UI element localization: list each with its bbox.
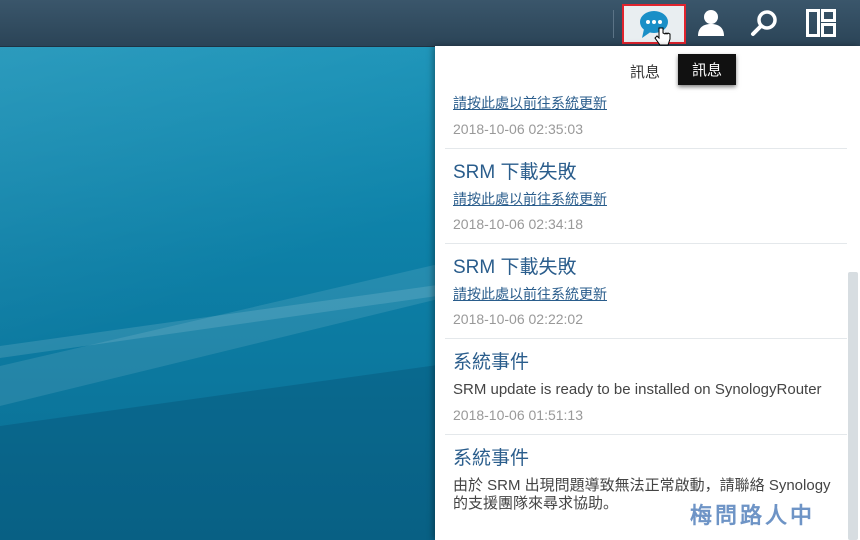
panel-scrollbar[interactable] bbox=[848, 272, 858, 540]
messages-button[interactable] bbox=[622, 4, 686, 46]
notification-item[interactable]: SRM 下載失敗 請按此處以前往系統更新 2018-10-06 02:22:02 bbox=[445, 244, 847, 339]
notification-list: 請按此處以前往系統更新 2018-10-06 02:35:03 SRM 下載失敗… bbox=[445, 86, 847, 513]
update-link[interactable]: 請按此處以前往系統更新 bbox=[453, 285, 839, 303]
update-link[interactable]: 請按此處以前往系統更新 bbox=[453, 94, 839, 112]
notification-time: 2018-10-06 02:22:02 bbox=[453, 311, 583, 327]
notification-time: 2018-10-06 02:34:18 bbox=[453, 216, 583, 232]
watermark-text: 梅問路人中 bbox=[690, 504, 816, 529]
messages-tooltip: 訊息 bbox=[678, 54, 736, 85]
toolbar-divider bbox=[613, 10, 614, 38]
notification-item[interactable]: SRM 下載失敗 請按此處以前往系統更新 2018-10-06 02:34:18 bbox=[445, 149, 847, 244]
notification-title: SRM 下載失敗 bbox=[453, 257, 577, 278]
user-icon bbox=[698, 10, 724, 36]
notification-item[interactable]: 請按此處以前往系統更新 2018-10-06 02:35:03 bbox=[445, 94, 847, 149]
panel-tab-label: 訊息 bbox=[630, 64, 661, 81]
notification-panel: 請按此處以前往系統更新 2018-10-06 02:35:03 SRM 下載失敗… bbox=[435, 46, 860, 540]
search-button[interactable] bbox=[742, 3, 788, 43]
search-icon bbox=[751, 10, 777, 36]
top-bar bbox=[0, 0, 860, 47]
user-button[interactable] bbox=[688, 3, 734, 43]
notification-item[interactable]: 系統事件 SRM update is ready to be installed… bbox=[445, 339, 847, 435]
widgets-button[interactable] bbox=[798, 3, 844, 43]
notification-title: 系統事件 bbox=[453, 352, 530, 373]
notification-time: 2018-10-06 02:35:03 bbox=[453, 121, 583, 137]
notification-time: 2018-10-06 01:51:13 bbox=[453, 407, 583, 423]
notification-title: SRM 下載失敗 bbox=[453, 162, 577, 183]
notification-message: SRM update is ready to be installed on S… bbox=[453, 381, 822, 398]
widget-panel-icon bbox=[806, 9, 836, 37]
notification-title: 系統事件 bbox=[453, 448, 530, 469]
update-link[interactable]: 請按此處以前往系統更新 bbox=[453, 190, 839, 208]
hand-cursor-icon bbox=[654, 27, 671, 46]
